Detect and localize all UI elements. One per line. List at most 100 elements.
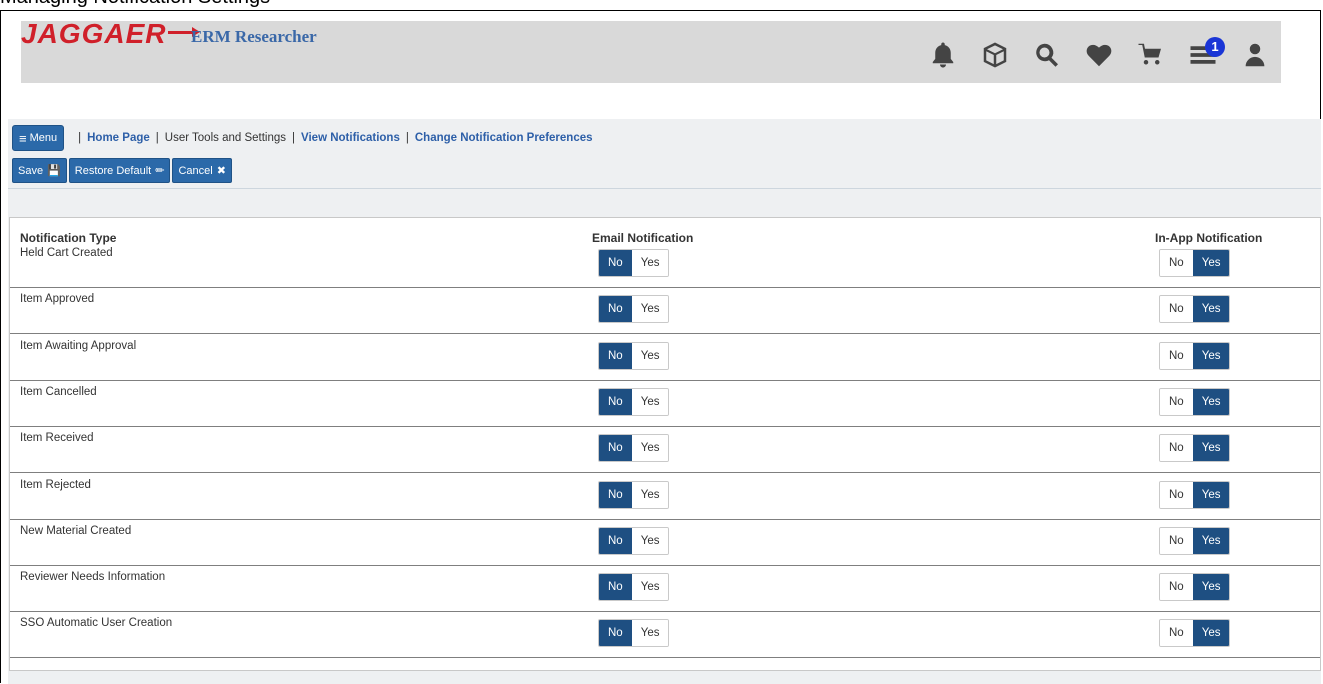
in-app-toggle-no-option[interactable]: No [1160, 250, 1193, 276]
notification-type-label: Reviewer Needs Information [20, 571, 166, 584]
table-row: Held Cart Created No Yes No Yes [10, 241, 1320, 288]
in-app-toggle-no-option[interactable]: No [1160, 527, 1193, 554]
in-app-toggle-no-option[interactable]: No [1160, 481, 1193, 508]
email-toggle: No Yes [598, 434, 670, 463]
notification-type-label: Item Cancelled [20, 385, 97, 398]
cart-icon[interactable] [1125, 35, 1177, 75]
bell-icon[interactable] [917, 35, 969, 75]
menu-button[interactable]: ≡ Menu [12, 125, 65, 151]
in-app-toggle-yes-option[interactable]: Yes [1192, 388, 1230, 415]
in-app-toggle-no-option[interactable]: No [1160, 296, 1193, 323]
menu-label: Menu [29, 132, 58, 144]
breadcrumb-separator: | [405, 132, 409, 144]
email-toggle-no-option[interactable]: No [599, 574, 632, 601]
email-toggle-no-option[interactable]: No [599, 388, 632, 415]
eraser-icon: ✏ [155, 165, 165, 177]
notification-type-label: New Material Created [20, 524, 132, 537]
email-toggle-no-option[interactable]: No [599, 342, 632, 369]
restore-default-button[interactable]: Restore Default ✏ [68, 158, 171, 183]
table-row: Item Approved No Yes No Yes [10, 287, 1320, 335]
email-toggle: No Yes [598, 341, 670, 370]
breadcrumb-separator: | [292, 132, 296, 144]
app-header: JAGGAER ERM Researcher 1 [21, 18, 1281, 83]
email-toggle-no-option[interactable]: No [599, 481, 632, 508]
email-toggle-no-option[interactable]: No [599, 527, 632, 554]
email-toggle-yes-option[interactable]: Yes [631, 342, 669, 369]
notification-type-label: SSO Automatic User Creation [20, 617, 173, 630]
in-app-toggle: No Yes [1159, 341, 1231, 370]
in-app-toggle-no-option[interactable]: No [1160, 342, 1193, 369]
cancel-label: Cancel [178, 164, 213, 177]
cancel-button[interactable]: Cancel ✖ [172, 158, 232, 183]
in-app-toggle-no-option[interactable]: No [1160, 574, 1193, 601]
email-toggle-no-option[interactable]: No [599, 296, 632, 323]
box-icon[interactable] [969, 35, 1021, 75]
list-icon[interactable]: 1 [1177, 35, 1229, 75]
in-app-toggle-yes-option[interactable]: Yes [1192, 435, 1230, 462]
email-toggle-yes-option[interactable]: Yes [631, 435, 669, 462]
in-app-toggle-yes-option[interactable]: Yes [1192, 481, 1230, 508]
jaggaer-logo[interactable]: JAGGAER [21, 18, 201, 49]
table-row: Reviewer Needs Information No Yes No Yes [10, 565, 1320, 613]
in-app-toggle: No Yes [1159, 480, 1231, 509]
table-row: Item Rejected No Yes No Yes [10, 473, 1320, 520]
heart-icon[interactable] [1073, 35, 1125, 75]
user-icon[interactable] [1229, 35, 1281, 75]
in-app-toggle-no-option[interactable]: No [1160, 620, 1193, 647]
email-toggle-yes-option[interactable]: Yes [631, 481, 669, 508]
app-title: ERM Researcher [191, 27, 317, 46]
breadcrumb-home-link[interactable]: Home Page [87, 132, 150, 144]
in-app-toggle-no-option[interactable]: No [1160, 388, 1193, 415]
in-app-toggle-yes-option[interactable]: Yes [1192, 342, 1230, 369]
notification-type-label: Item Received [20, 432, 94, 445]
email-toggle-yes-option[interactable]: Yes [631, 250, 669, 276]
close-icon: ✖ [216, 165, 226, 177]
email-toggle: No Yes [598, 387, 670, 416]
cropped-page-heading: Managing Notification Settings [0, 0, 270, 9]
email-toggle-no-option[interactable]: No [599, 620, 632, 647]
search-icon[interactable] [1021, 35, 1073, 75]
breadcrumb-separator: | [155, 132, 159, 144]
email-toggle-no-option[interactable]: No [599, 250, 632, 276]
save-button[interactable]: Save 💾 [12, 158, 67, 183]
in-app-toggle: No Yes [1159, 387, 1231, 416]
notification-type-label: Item Rejected [20, 478, 91, 491]
email-toggle: No Yes [598, 480, 670, 509]
email-toggle-yes-option[interactable]: Yes [631, 620, 669, 647]
email-toggle: No Yes [598, 573, 670, 602]
in-app-toggle: No Yes [1159, 573, 1231, 602]
in-app-toggle: No Yes [1159, 526, 1231, 555]
notification-count-badge: 1 [1205, 37, 1225, 57]
in-app-toggle-yes-option[interactable]: Yes [1192, 574, 1230, 601]
email-toggle-yes-option[interactable]: Yes [631, 527, 669, 554]
in-app-toggle-yes-option[interactable]: Yes [1192, 620, 1230, 647]
header-icons: 1 [917, 35, 1281, 75]
in-app-toggle-yes-option[interactable]: Yes [1192, 296, 1230, 323]
in-app-toggle-yes-option[interactable]: Yes [1192, 527, 1230, 554]
table-row: SSO Automatic User Creation No Yes No Yes [10, 611, 1320, 659]
table-row: New Material Created No Yes No Yes [10, 519, 1320, 566]
table-row: Item Received No Yes No Yes [10, 426, 1320, 474]
breadcrumb-change-preferences-link[interactable]: Change Notification Preferences [415, 132, 593, 144]
breadcrumb-separator: | [78, 132, 82, 144]
in-app-toggle-no-option[interactable]: No [1160, 435, 1193, 462]
table-row: Item Awaiting Approval No Yes No Yes [10, 334, 1320, 381]
breadcrumb-user-tools: User Tools and Settings [164, 132, 287, 144]
email-toggle: No Yes [598, 619, 670, 648]
notification-type-label: Item Approved [20, 293, 95, 306]
notification-type-label: Item Awaiting Approval [20, 339, 137, 352]
action-toolbar: Save 💾 Restore Default ✏ Cancel ✖ [12, 158, 232, 183]
logo-text: JAGGAER [21, 18, 167, 49]
email-toggle-yes-option[interactable]: Yes [631, 388, 669, 415]
in-app-toggle: No Yes [1159, 295, 1231, 324]
breadcrumb-view-notifications-link[interactable]: View Notifications [301, 132, 400, 144]
email-toggle-no-option[interactable]: No [599, 435, 632, 462]
email-toggle-yes-option[interactable]: Yes [631, 574, 669, 601]
hamburger-icon: ≡ [19, 130, 27, 146]
in-app-toggle-yes-option[interactable]: Yes [1192, 250, 1230, 276]
notification-preferences-table: Notification Type Email Notification In-… [9, 217, 1321, 671]
in-app-toggle: No Yes [1159, 434, 1231, 463]
email-toggle-yes-option[interactable]: Yes [631, 296, 669, 323]
in-app-toggle: No Yes [1159, 249, 1231, 277]
table-row: Item Cancelled No Yes No Yes [10, 380, 1320, 427]
